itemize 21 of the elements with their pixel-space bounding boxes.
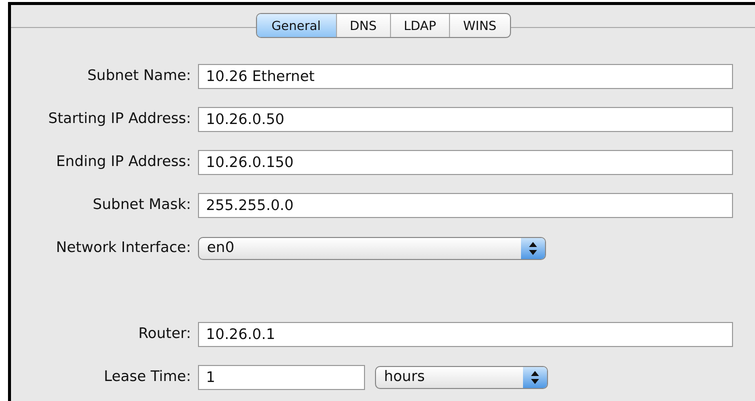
text-field[interactable]: 10.26 Ethernet (198, 64, 733, 89)
stepper-arrows-icon (529, 242, 537, 255)
field-label: Router: (137, 324, 192, 344)
text-field[interactable]: 10.26.0.150 (198, 150, 733, 175)
tab[interactable]: LDAP (390, 14, 450, 37)
field-label: Subnet Mask: (92, 196, 192, 215)
popup-menu[interactable]: en0 (198, 237, 546, 260)
popup-menu[interactable]: hours (375, 366, 548, 389)
field-label: Ending IP Address: (55, 152, 192, 172)
text-field[interactable]: 1 (198, 365, 365, 390)
field-label: Lease Time: (102, 368, 192, 387)
text-field[interactable]: 10.26.0.50 (198, 107, 733, 132)
tab[interactable]: DNS (336, 14, 391, 37)
tab[interactable]: General (256, 14, 337, 37)
field-label: Network Interface: (55, 238, 192, 258)
field-label: Starting IP Address: (47, 110, 192, 129)
stepper-arrows-icon (531, 371, 539, 384)
field-label: Subnet Name: (86, 66, 192, 86)
text-field[interactable]: 255.255.0.0 (198, 193, 733, 218)
text-field[interactable]: 10.26.0.1 (198, 322, 733, 347)
tab[interactable]: WINS (450, 14, 510, 37)
